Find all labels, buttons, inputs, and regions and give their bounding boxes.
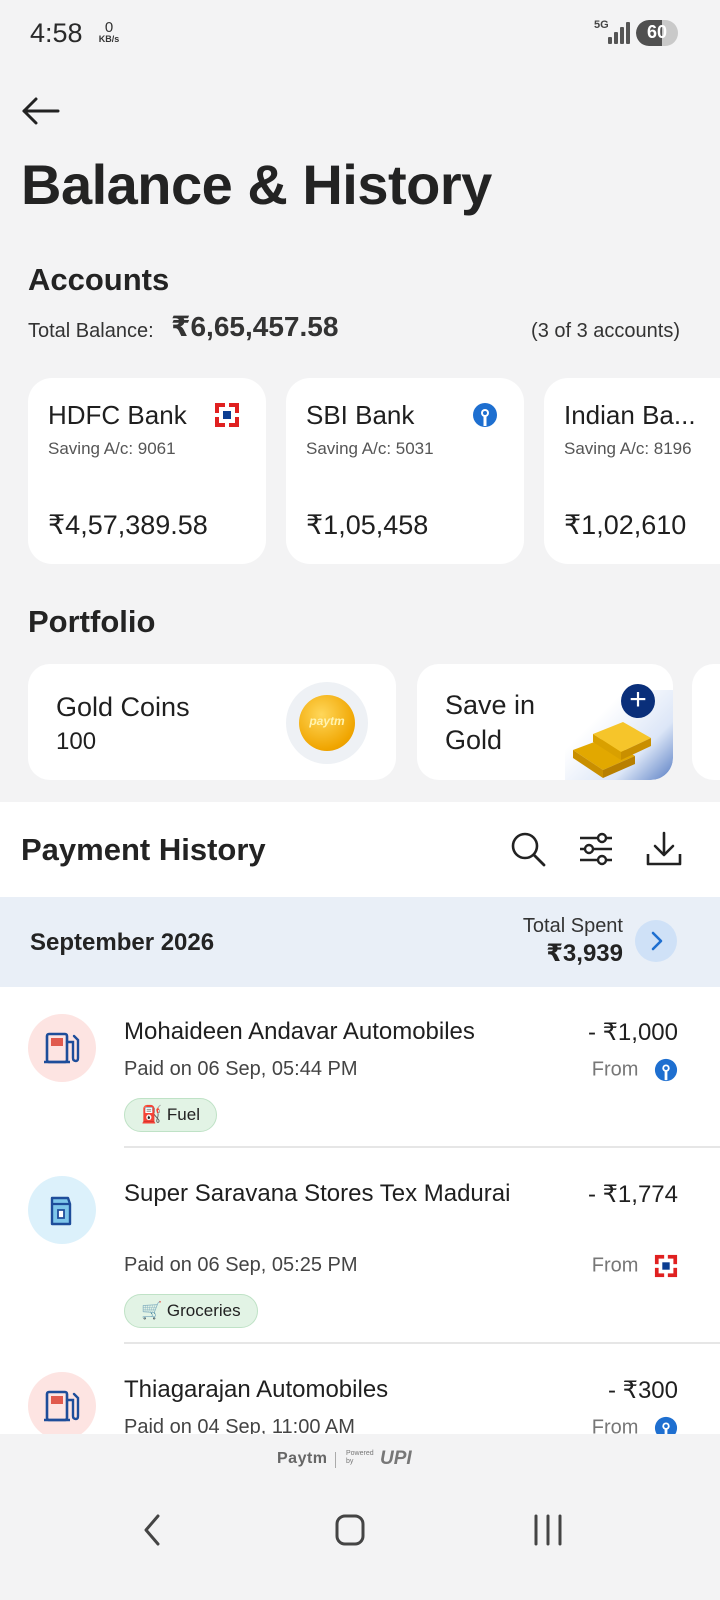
nav-home-button[interactable] bbox=[320, 1510, 380, 1550]
chevron-right-icon bbox=[651, 931, 663, 951]
from-label: From bbox=[591, 1416, 639, 1434]
payment-amount: - ₹1,774 bbox=[588, 1181, 678, 1208]
status-bar: 4:58 0 KB/s 5G 60 bbox=[0, 0, 720, 66]
fuel-pump-icon bbox=[28, 1014, 96, 1082]
account-balance: ₹1,02,610 bbox=[564, 510, 687, 540]
chevron-left-icon bbox=[144, 1514, 160, 1546]
payment-amount: - ₹300 bbox=[608, 1377, 678, 1404]
transaction-item[interactable]: Mohaideen Andavar Automobiles Paid on 06… bbox=[0, 1002, 720, 1148]
bank-card-hdfc[interactable]: HDFC Bank Saving A/c: 9061 ₹4,57,389.58 bbox=[28, 378, 266, 564]
payment-history-section: Payment History September 2026 Total Spe… bbox=[0, 802, 720, 1434]
accounts-heading: Accounts bbox=[28, 262, 170, 297]
category-label: Fuel bbox=[166, 1105, 200, 1124]
from-label: From bbox=[591, 1058, 639, 1081]
account-balance: ₹1,05,458 bbox=[306, 510, 429, 540]
gold-coins-card[interactable]: Gold Coins 100 paytm bbox=[28, 664, 396, 780]
arrow-left-icon bbox=[22, 97, 60, 125]
home-square-icon bbox=[335, 1514, 365, 1546]
net-speed-unit: KB/s bbox=[98, 34, 120, 44]
account-balance: ₹4,57,389.58 bbox=[48, 510, 208, 540]
net-speed: 0 KB/s bbox=[94, 20, 124, 44]
bank-name: HDFC Bank bbox=[48, 400, 187, 430]
bank-card-indian-bank[interactable]: Indian Ba... Saving A/c: 8196 ₹1,02,610 bbox=[544, 378, 720, 564]
gold-coins-value: 100 bbox=[56, 728, 97, 755]
portfolio-heading: Portfolio bbox=[28, 604, 156, 639]
payment-source: From bbox=[592, 1254, 678, 1278]
sbi-logo-icon bbox=[654, 1416, 678, 1434]
recents-icon bbox=[534, 1514, 562, 1546]
total-spent-value: ₹3,939 bbox=[546, 940, 623, 967]
download-icon bbox=[646, 831, 682, 866]
save-in-gold-card[interactable]: Save in Gold + bbox=[417, 664, 673, 780]
battery-icon: 60 bbox=[636, 20, 678, 46]
signal-icon bbox=[606, 20, 632, 44]
payment-date: Paid on 06 Sep, 05:44 PM bbox=[124, 1058, 358, 1080]
sbi-logo-icon bbox=[654, 1058, 678, 1082]
cart-tag-icon: 🛒 bbox=[141, 1301, 163, 1320]
payee-name: Mohaideen Andavar Automobiles bbox=[124, 1018, 475, 1045]
month-details-button[interactable] bbox=[635, 920, 677, 962]
payment-source: From bbox=[592, 1058, 678, 1082]
payment-history-heading: Payment History bbox=[21, 832, 266, 867]
account-number: Saving A/c: 9061 bbox=[48, 439, 176, 458]
total-balance-row: Total Balance: ₹6,65,457.58 (3 of 3 acco… bbox=[28, 310, 680, 350]
divider bbox=[124, 1146, 720, 1148]
add-gold-button[interactable]: + bbox=[621, 684, 655, 718]
month-summary-bar[interactable]: September 2026 Total Spent ₹3,939 bbox=[0, 897, 720, 987]
total-balance-label: Total Balance: bbox=[28, 320, 154, 342]
powered-by-label: Powered by bbox=[346, 1450, 374, 1465]
payee-name: Thiagarajan Automobiles bbox=[124, 1376, 389, 1403]
fuel-tag-icon: ⛽ bbox=[141, 1105, 163, 1124]
battery-level: 60 bbox=[646, 22, 668, 42]
nav-back-button[interactable] bbox=[122, 1510, 182, 1550]
back-button[interactable] bbox=[18, 92, 66, 132]
filter-icon bbox=[580, 832, 612, 866]
category-tag[interactable]: ⛽ Fuel bbox=[124, 1098, 217, 1132]
divider bbox=[124, 1342, 720, 1344]
upi-logo: UPI bbox=[380, 1448, 412, 1469]
account-count: (3 of 3 accounts) bbox=[531, 320, 680, 342]
save-in-gold-label: Save in Gold bbox=[445, 690, 536, 755]
account-number: Saving A/c: 5031 bbox=[306, 439, 434, 458]
sbi-logo-icon bbox=[473, 403, 497, 427]
bank-name: SBI Bank bbox=[306, 400, 415, 430]
bank-name: Indian Ba... bbox=[564, 400, 696, 430]
filter-button[interactable] bbox=[577, 830, 615, 868]
payment-date: Paid on 04 Sep, 11:00 AM bbox=[124, 1416, 355, 1434]
month-label: September 2026 bbox=[30, 929, 215, 956]
payment-date: Paid on 06 Sep, 05:25 PM bbox=[124, 1254, 358, 1276]
total-spent-label: Total Spent bbox=[522, 915, 623, 937]
grocery-icon bbox=[28, 1176, 96, 1244]
portfolio-card-next[interactable] bbox=[692, 664, 720, 780]
payment-amount: - ₹1,000 bbox=[588, 1019, 678, 1046]
status-time: 4:58 bbox=[30, 18, 83, 48]
category-label: Groceries bbox=[166, 1301, 241, 1320]
payee-name: Super Saravana Stores Tex Madurai bbox=[124, 1180, 511, 1207]
download-button[interactable] bbox=[645, 830, 683, 868]
net-speed-value: 0 bbox=[104, 19, 114, 36]
payment-source: From bbox=[592, 1416, 678, 1434]
bank-card-sbi[interactable]: SBI Bank Saving A/c: 5031 ₹1,05,458 bbox=[286, 378, 524, 564]
transaction-item[interactable]: Super Saravana Stores Tex Madurai Paid o… bbox=[0, 1164, 720, 1342]
nav-recents-button[interactable] bbox=[518, 1510, 578, 1550]
system-nav-bar bbox=[0, 1490, 720, 1600]
gold-bars-icon bbox=[565, 690, 673, 780]
powered-by-upi-footer: Paytm Powered by UPI bbox=[0, 1434, 720, 1490]
coin-text: paytm bbox=[309, 714, 345, 728]
transaction-item[interactable]: Thiagarajan Automobiles Paid on 04 Sep, … bbox=[0, 1360, 720, 1434]
total-balance-value: ₹6,65,457.58 bbox=[171, 311, 339, 342]
search-icon bbox=[511, 832, 546, 867]
divider bbox=[335, 1452, 336, 1468]
hdfc-logo-icon bbox=[654, 1254, 678, 1278]
hdfc-logo-icon bbox=[214, 402, 240, 428]
gold-coin-icon: paytm bbox=[286, 682, 368, 764]
page-title: Balance & History bbox=[21, 153, 492, 216]
fuel-pump-icon bbox=[28, 1372, 96, 1434]
category-tag[interactable]: 🛒 Groceries bbox=[124, 1294, 258, 1328]
gold-coins-label: Gold Coins bbox=[56, 692, 190, 722]
search-button[interactable] bbox=[509, 830, 547, 868]
paytm-logo: Paytm bbox=[277, 1450, 328, 1467]
from-label: From bbox=[591, 1254, 639, 1277]
account-number: Saving A/c: 8196 bbox=[564, 439, 692, 458]
